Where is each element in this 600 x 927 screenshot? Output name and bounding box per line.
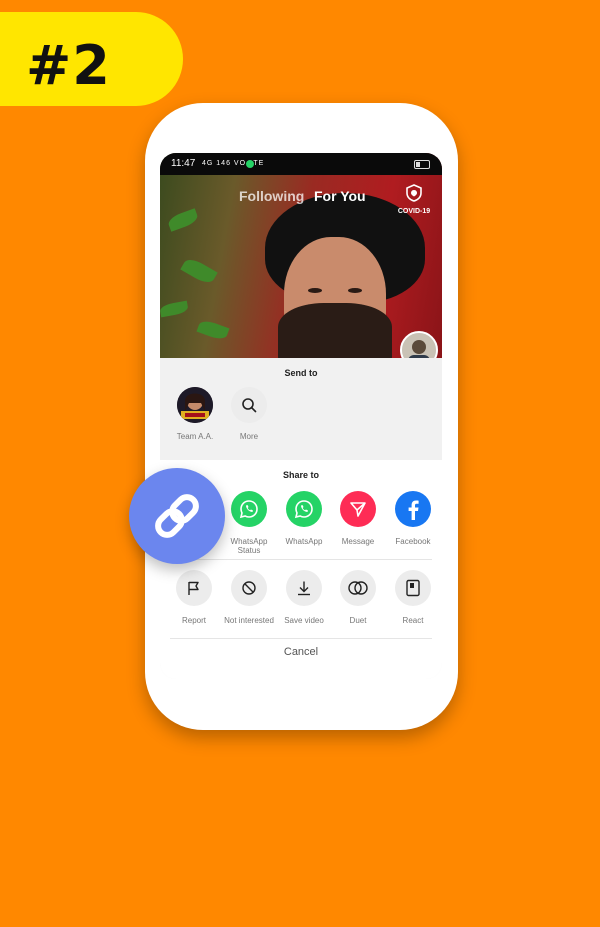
section-divider [170,559,432,560]
send-to-title: Send to [284,368,318,378]
creator-avatar[interactable] [400,331,438,358]
whatsapp-icon [239,500,258,519]
plant-leaf [166,208,200,232]
phone-screen: 11:47 4G 146 VO LTE Following For You CO… [160,153,442,679]
facebook-button[interactable] [395,491,431,527]
video-preview[interactable]: 11:47 4G 146 VO LTE Following For You CO… [160,153,442,358]
message-button[interactable] [340,491,376,527]
plant-leaf [160,300,189,318]
person-eye [348,288,362,293]
whatsapp-notification-icon [246,160,254,168]
avatar-image [402,333,436,358]
section-divider [170,638,432,639]
covid-button[interactable]: COVID-19 [394,184,434,215]
copy-link-button[interactable] [129,468,225,564]
status-bar: 11:47 4G 146 VO LTE [160,153,442,175]
whatsapp-status-button[interactable] [231,491,267,527]
battery-icon [414,160,430,169]
step-number: #2 [26,34,111,97]
status-time: 11:47 [171,158,196,169]
duet-label: Duet [349,616,367,625]
cancel-button[interactable]: Cancel [160,646,442,658]
flag-icon [188,581,199,595]
facebook-label: Facebook [395,537,431,546]
plant-leaf [196,318,230,342]
report-button[interactable] [176,570,212,606]
whatsapp-label: WhatsApp [285,537,323,546]
search-icon [242,398,257,413]
whatsapp-button[interactable] [286,491,322,527]
contact-team-aa[interactable] [177,387,213,423]
network-indicator: 4G 146 VO LTE [202,160,265,167]
tab-for-you[interactable]: For You [314,188,366,204]
save-video-label: Save video [284,616,324,625]
not-interested-button[interactable] [231,570,267,606]
react-label: React [402,616,424,625]
duet-icon [348,581,368,595]
send-icon [350,502,366,517]
shield-icon [406,184,422,202]
person-beard [278,303,392,358]
tab-following[interactable]: Following [239,188,304,204]
download-icon [298,581,310,596]
step-badge: #2 [0,12,183,106]
report-label: Report [181,616,206,625]
more-label: More [239,432,259,441]
react-button[interactable] [395,570,431,606]
whatsapp-status-label: WhatsApp Status [230,537,268,555]
plant-leaf [180,255,218,287]
message-label: Message [341,537,375,546]
save-video-button[interactable] [286,570,322,606]
link-icon [155,494,199,538]
react-icon [406,579,420,597]
whatsapp-icon [294,500,313,519]
person-eye [308,288,322,293]
block-icon [242,581,256,595]
facebook-icon [408,500,419,520]
more-contacts-button[interactable] [231,387,267,423]
contact-label: Team A.A. [176,432,214,441]
contact-avatar-icon [177,387,213,423]
send-to-section: Send to Team A.A. More [160,358,442,460]
covid-label: COVID-19 [397,208,431,215]
not-interested-label: Not interested [224,616,274,625]
duet-button[interactable] [340,570,376,606]
